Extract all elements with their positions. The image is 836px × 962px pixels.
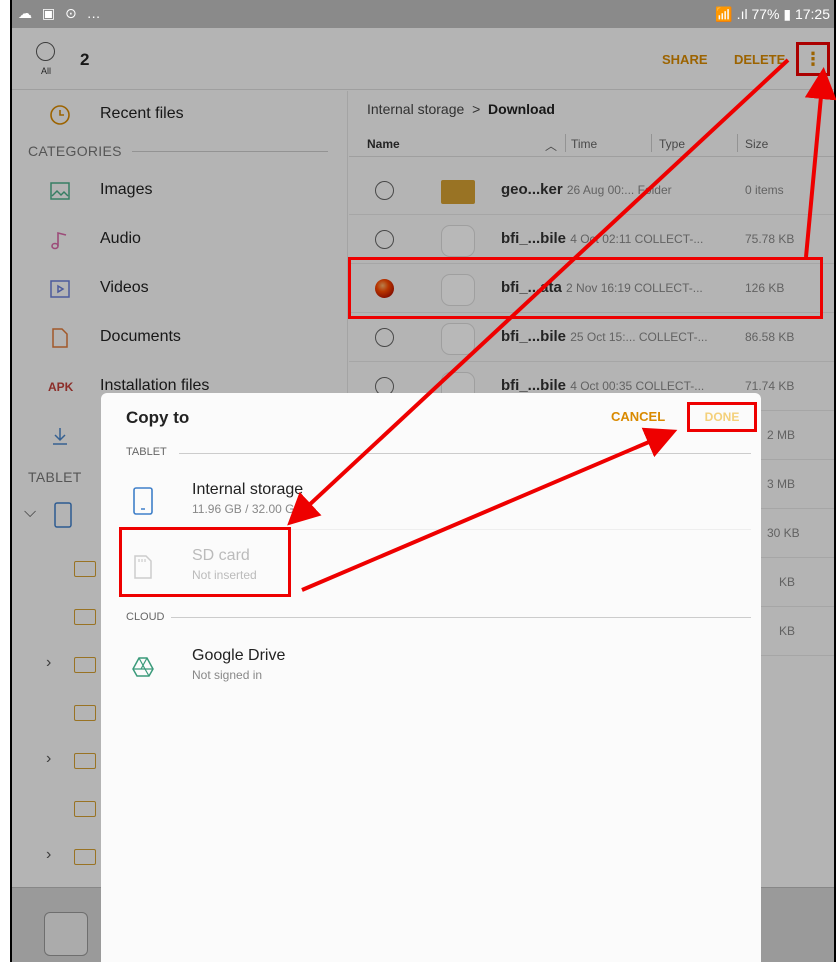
annotation-box-selected-file (348, 257, 823, 319)
divider (179, 453, 751, 454)
section-cloud-header: CLOUD (126, 611, 165, 623)
divider (171, 617, 751, 618)
section-tablet-header: TABLET (126, 446, 167, 458)
option-title: Internal storage (192, 481, 304, 498)
internal-storage-option[interactable]: Internal storage 11.96 GB / 32.00 GB (101, 477, 761, 527)
status-bar: ☁ ▣ ⊙ … 📶 .ıl 77% ▮ 17:25 (12, 0, 834, 28)
cancel-button[interactable]: CANCEL (611, 409, 665, 424)
google-drive-icon (132, 657, 154, 677)
tablet-icon (133, 487, 153, 515)
copy-to-dialog: Copy to CANCEL DONE TABLET Internal stor… (101, 393, 761, 962)
app-window: ☁ ▣ ⊙ … 📶 .ıl 77% ▮ 17:25 All 2 SHARE DE… (10, 0, 836, 962)
option-subtitle: Not signed in (192, 668, 263, 682)
google-drive-option[interactable]: Google Drive Not signed in (101, 643, 761, 693)
done-button[interactable]: DONE (687, 402, 757, 432)
option-title: Google Drive (192, 647, 286, 664)
status-left-icons: ☁ ▣ ⊙ … (18, 5, 104, 21)
dialog-title: Copy to (126, 408, 190, 427)
option-subtitle: 11.96 GB / 32.00 GB (192, 502, 303, 516)
status-right-info: 📶 .ıl 77% ▮ 17:25 (715, 6, 830, 22)
annotation-box-sd-card (119, 527, 291, 597)
